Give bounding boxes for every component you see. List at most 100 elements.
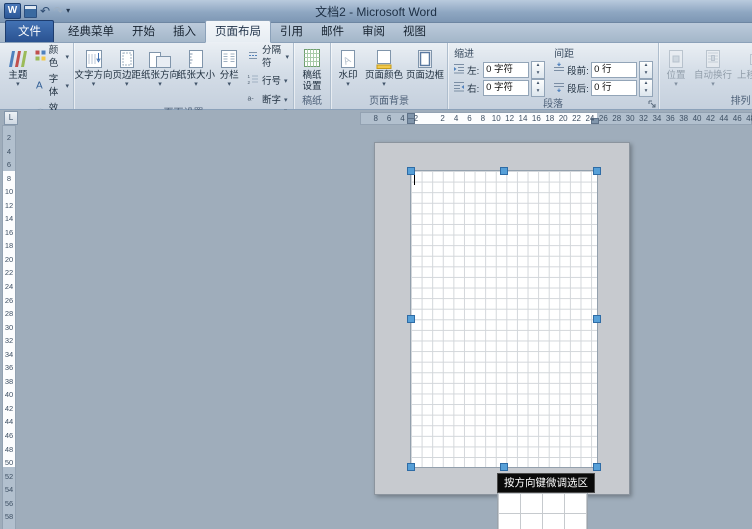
spin-down-icon[interactable]: ▾ xyxy=(532,70,544,78)
undo-icon[interactable]: ↶ xyxy=(40,4,50,18)
paper-size-button[interactable]: 纸张大小 ▾ xyxy=(178,44,213,108)
chevron-down-icon: ▾ xyxy=(194,81,198,88)
horizontal-ruler[interactable]: 8642246810121416182022242628303234363840… xyxy=(360,112,752,125)
spin-up-icon[interactable]: ▴ xyxy=(532,80,544,88)
watermark-button[interactable]: A 水印 ▾ xyxy=(333,44,363,96)
bring-forward-button[interactable]: 上移一层 ▾ xyxy=(735,44,752,96)
spin-up-icon[interactable]: ▴ xyxy=(532,62,544,70)
spacing-before-input[interactable]: 0 行 xyxy=(591,62,637,78)
selection-handle[interactable] xyxy=(407,315,415,323)
chevron-down-icon: ▾ xyxy=(284,75,288,88)
vertical-ruler[interactable]: 2468101214161820222426283032343638404244… xyxy=(2,125,16,529)
selection-handle[interactable] xyxy=(407,463,415,471)
button-label: 行号 xyxy=(262,75,281,88)
columns-button[interactable]: 分栏 ▾ xyxy=(214,44,243,108)
breaks-button[interactable]: 分隔符 ▾ xyxy=(247,44,289,70)
tab-review[interactable]: 审阅 xyxy=(353,21,394,42)
group-label-arrange: 排列 xyxy=(661,96,752,109)
group-arrange: 位置 ▾ 自动换行 ▾ 上移一层 ▾ xyxy=(659,43,752,109)
spacing-header: 间距 xyxy=(554,45,653,60)
page-borders-button[interactable]: 页面边框 xyxy=(405,44,445,96)
qat-customize-dropdown-icon[interactable]: ▾ xyxy=(66,4,70,18)
selection-handle[interactable] xyxy=(593,463,601,471)
selection-handle[interactable] xyxy=(500,167,508,175)
drawing-canvas-grid[interactable] xyxy=(410,170,598,468)
manuscript-setup-button[interactable]: 稿纸设置 xyxy=(296,44,328,96)
button-label: 分栏 xyxy=(220,70,239,81)
group-paragraph: 缩进 左: 0 字符 ▴▾ 右: 0 字符 ▴▾ 间距 xyxy=(448,43,659,109)
chevron-down-icon: ▾ xyxy=(286,51,290,64)
chevron-down-icon: ▾ xyxy=(346,81,350,88)
page-color-button[interactable]: 页面颜色 ▾ xyxy=(364,44,404,96)
text-direction-icon xyxy=(83,47,105,70)
selection-handle[interactable] xyxy=(593,315,601,323)
theme-fonts-button[interactable]: A 字体 ▾ xyxy=(35,73,69,99)
spacing-after-input[interactable]: 0 行 xyxy=(591,80,637,96)
orientation-button[interactable]: 纸张方向 ▾ xyxy=(142,44,177,108)
line-numbers-button[interactable]: 12 行号 ▾ xyxy=(247,73,289,89)
group-themes: 主题 ▾ 颜色 ▾ A 字体 ▾ 效果 xyxy=(2,43,74,109)
spin-up-icon[interactable]: ▴ xyxy=(640,80,652,88)
tab-classic-menu[interactable]: 经典菜单 xyxy=(59,21,123,42)
button-label: 纸张方向 xyxy=(141,70,179,81)
spacing-after-icon xyxy=(553,79,565,97)
spin-down-icon[interactable]: ▾ xyxy=(640,70,652,78)
paper-size-icon xyxy=(185,47,207,70)
tab-view[interactable]: 视图 xyxy=(394,21,435,42)
button-label: 页面边框 xyxy=(406,70,444,81)
orientation-icon xyxy=(147,47,173,70)
position-button[interactable]: 位置 ▾ xyxy=(661,44,691,96)
save-icon[interactable] xyxy=(24,5,37,18)
hyphenation-button[interactable]: a- 断字 ▾ xyxy=(247,92,289,108)
page-borders-icon xyxy=(414,47,436,70)
word-application-window: W ↶ ↷ ▾ 文档2 - Microsoft Word 文件 经典菜单 开始 … xyxy=(0,0,752,529)
spacing-after-stepper[interactable]: ▴▾ xyxy=(639,79,653,97)
text-direction-button[interactable]: 文字方向 ▾ xyxy=(76,44,111,108)
indent-right-input[interactable]: 0 字符 xyxy=(483,80,529,96)
columns-icon xyxy=(218,47,240,70)
spin-down-icon[interactable]: ▾ xyxy=(532,88,544,96)
indent-left-input[interactable]: 0 字符 xyxy=(483,62,529,78)
button-label: 页面颜色 xyxy=(365,70,403,81)
button-label: 自动换行 xyxy=(694,70,732,81)
indent-right-icon xyxy=(453,79,465,97)
button-label: 位置 xyxy=(667,70,686,81)
selection-handle[interactable] xyxy=(593,167,601,175)
tab-home[interactable]: 开始 xyxy=(123,21,164,42)
redo-icon[interactable]: ↷ xyxy=(53,4,63,18)
word-logo-icon[interactable]: W xyxy=(4,3,21,19)
svg-text:A: A xyxy=(36,80,43,90)
tab-stop-selector[interactable]: L xyxy=(4,111,18,125)
document-page[interactable] xyxy=(374,142,630,495)
margins-button[interactable]: 页边距 ▾ xyxy=(112,44,141,108)
tab-mailings[interactable]: 邮件 xyxy=(312,21,353,42)
indent-left-stepper[interactable]: ▴▾ xyxy=(531,61,545,79)
spacing-before-label: 段前: xyxy=(567,63,589,77)
indent-header: 缩进 xyxy=(454,45,545,60)
theme-colors-button[interactable]: 颜色 ▾ xyxy=(35,44,69,70)
themes-icon xyxy=(6,47,30,70)
spacing-before-stepper[interactable]: ▴▾ xyxy=(639,61,653,79)
button-label: 颜色 xyxy=(49,44,63,70)
button-label: 上移一层 xyxy=(737,70,752,81)
spin-up-icon[interactable]: ▴ xyxy=(640,62,652,70)
bring-forward-icon xyxy=(745,47,752,70)
indent-right-stepper[interactable]: ▴▾ xyxy=(531,79,545,97)
tab-file[interactable]: 文件 xyxy=(5,20,54,42)
document-area[interactable]: 2468101214161820222426283032343638404244… xyxy=(0,125,752,529)
tab-insert[interactable]: 插入 xyxy=(164,21,205,42)
button-label: 主题 xyxy=(8,70,27,81)
group-label-page-background: 页面背景 xyxy=(333,96,445,109)
wrap-text-button[interactable]: 自动换行 ▾ xyxy=(692,44,734,96)
tab-references[interactable]: 引用 xyxy=(271,21,312,42)
chevron-down-icon: ▾ xyxy=(227,81,231,88)
tab-page-layout[interactable]: 页面布局 xyxy=(205,20,271,43)
wrap-text-icon xyxy=(702,47,724,70)
chevron-down-icon: ▾ xyxy=(66,80,70,93)
spin-down-icon[interactable]: ▾ xyxy=(640,88,652,96)
chevron-down-icon: ▾ xyxy=(158,81,162,88)
group-page-setup: 文字方向 ▾ 页边距 ▾ 纸张方向 ▾ xyxy=(74,43,294,109)
selection-handle[interactable] xyxy=(407,167,415,175)
selection-handle[interactable] xyxy=(500,463,508,471)
hyphenation-icon: a- xyxy=(247,92,259,108)
